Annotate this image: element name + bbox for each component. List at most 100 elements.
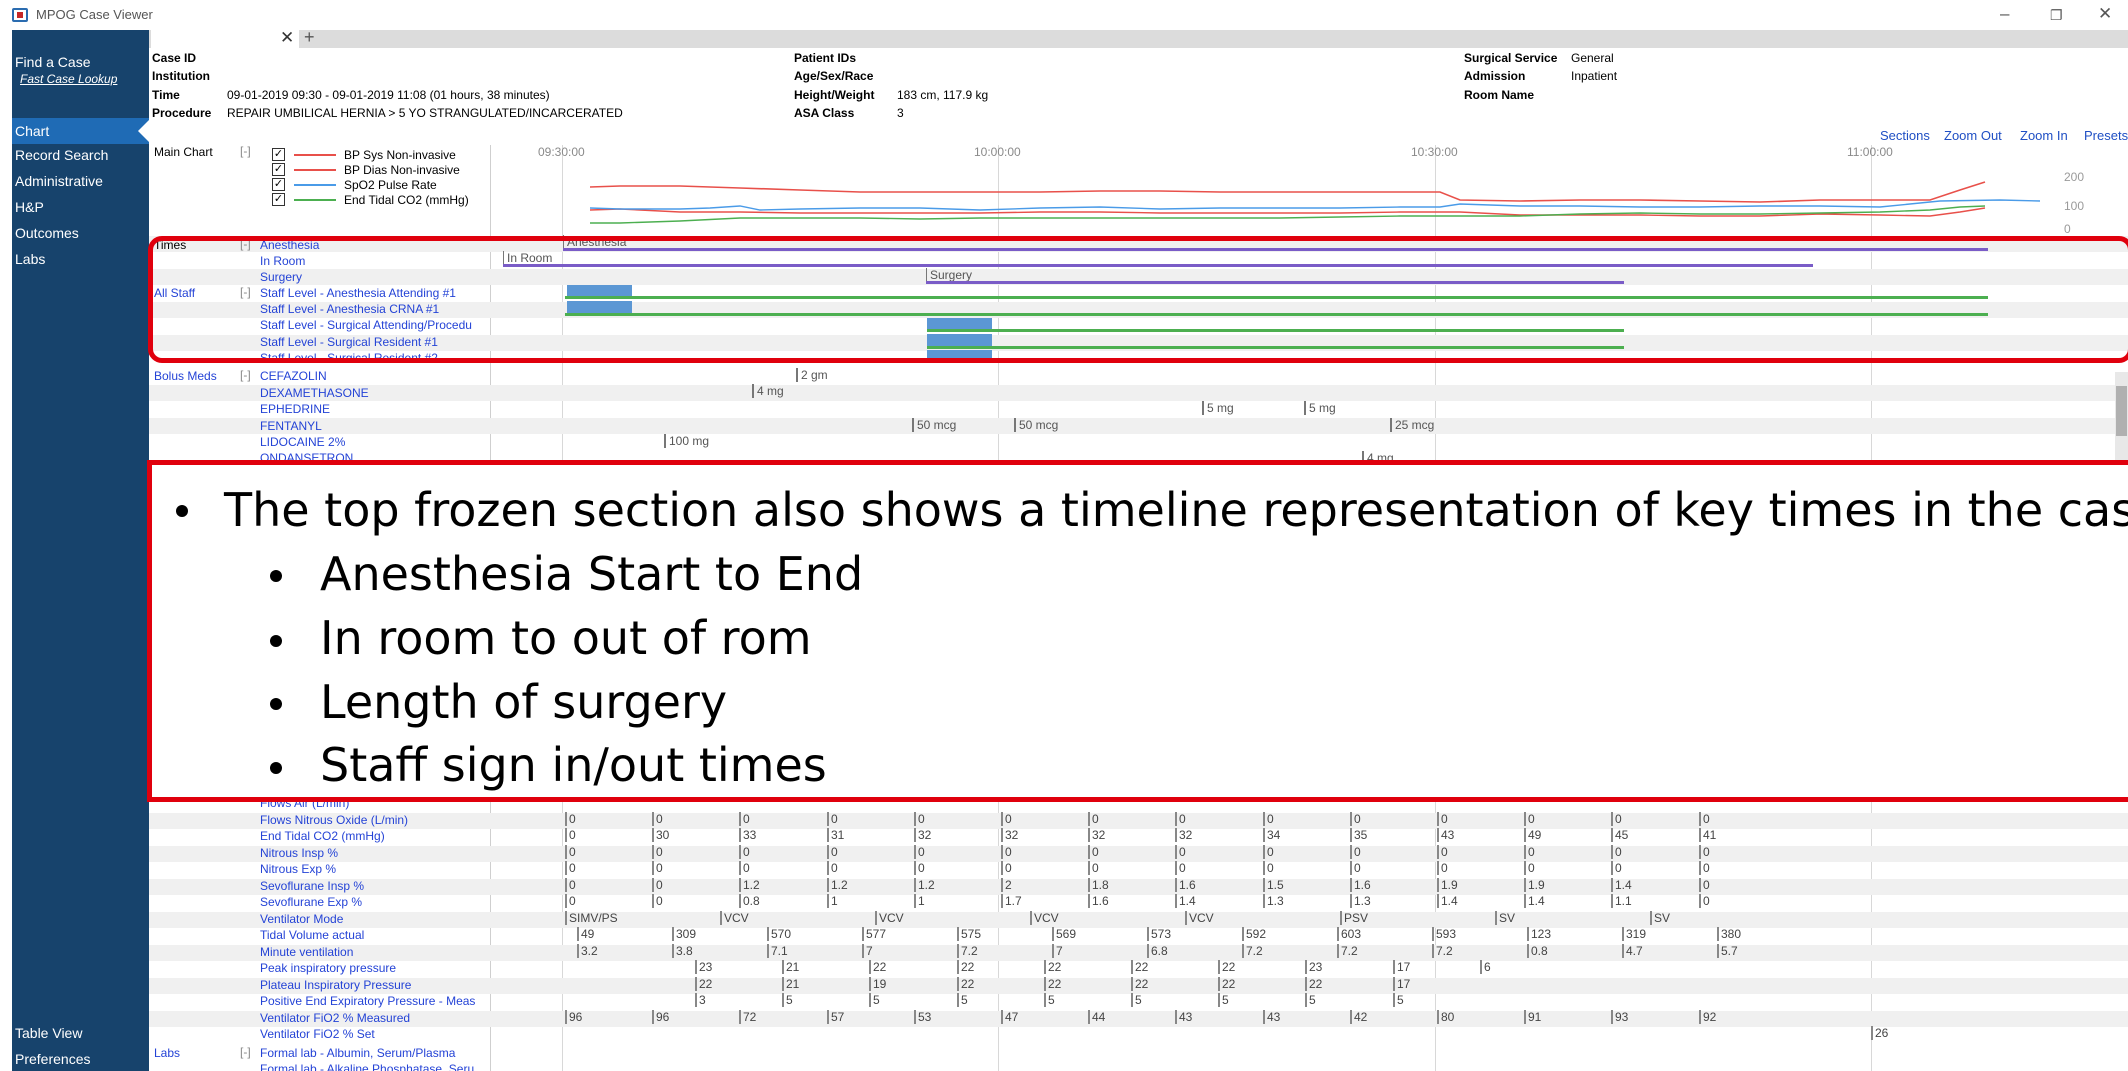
- close-icon[interactable]: ✕: [2098, 4, 2112, 24]
- legend-line: [294, 154, 336, 156]
- vent-cell: 5: [957, 993, 968, 1007]
- time-tick-label: 10:30:00: [1411, 145, 1458, 159]
- vent-cell: 0: [1524, 812, 1535, 826]
- vent-cell: 0: [827, 812, 838, 826]
- vent-cell: 5: [1218, 993, 1229, 1007]
- sections-link[interactable]: Sections: [1880, 128, 1930, 143]
- find-a-case-link[interactable]: Find a Case: [15, 54, 90, 70]
- vent-cell: 22: [1044, 960, 1061, 974]
- checkbox-icon[interactable]: ✓: [272, 163, 285, 176]
- window-title: MPOG Case Viewer: [36, 7, 153, 22]
- vent-cell: 380: [1717, 927, 1741, 941]
- vent-cell: 1.3: [1350, 894, 1371, 908]
- vent-cell: 0: [1175, 861, 1186, 875]
- vent-cell: 21: [782, 960, 799, 974]
- sidebar-item-table-view[interactable]: Table View: [15, 1025, 82, 1041]
- sidebar-item-record-search[interactable]: Record Search: [15, 147, 108, 163]
- main-chart-collapse-icon[interactable]: [-]: [240, 144, 251, 158]
- vent-cell: 72: [739, 1010, 756, 1024]
- vent-cell: 0: [1088, 861, 1099, 875]
- vent-cell: 7.2: [957, 944, 978, 958]
- med-dose: 4 mg: [752, 384, 784, 398]
- close-tab-icon[interactable]: ✕: [280, 28, 294, 48]
- vent-cell: 0: [565, 894, 576, 908]
- vent-cell: 4.7: [1622, 944, 1643, 958]
- vent-cell: 0: [1699, 878, 1710, 892]
- med-row-ondansetron: ONDANSETRON: [260, 451, 354, 460]
- bolus-meds-collapse-icon[interactable]: [-]: [240, 368, 251, 382]
- add-tab-icon[interactable]: +: [304, 27, 315, 48]
- vent-cell: 1.4: [1611, 878, 1632, 892]
- time-value: 09-01-2019 09:30 - 09-01-2019 11:08 (01 …: [227, 88, 550, 102]
- labs-collapse-icon[interactable]: [-]: [240, 1045, 251, 1059]
- vent-cell: 0: [1001, 861, 1012, 875]
- vent-cell: 0: [1001, 845, 1012, 859]
- fast-case-lookup-link[interactable]: Fast Case Lookup: [20, 72, 117, 86]
- vent-cell: 7: [862, 944, 873, 958]
- asa-class-value: 3: [897, 106, 904, 120]
- checkbox-icon[interactable]: ✓: [272, 148, 285, 161]
- legend-label: End Tidal CO2 (mmHg): [344, 193, 469, 207]
- bp-sys-series: [589, 181, 1986, 203]
- case-tab-strip: [149, 30, 2128, 48]
- sidebar-item-outcomes[interactable]: Outcomes: [15, 225, 79, 241]
- vent-cell: 44: [1088, 1010, 1105, 1024]
- med-dose: 50 mcg: [912, 418, 956, 432]
- callout-heading: The top frozen section also shows a time…: [224, 483, 2128, 537]
- sidebar-item-administrative[interactable]: Administrative: [15, 173, 103, 189]
- vent-cell: 91: [1524, 1010, 1541, 1024]
- checkbox-icon[interactable]: ✓: [272, 193, 285, 206]
- legend-line: [294, 184, 336, 186]
- callout-bullet: Anesthesia Start to End: [320, 547, 864, 601]
- vent-cell: 1.4: [1175, 894, 1196, 908]
- case-tab[interactable]: [151, 30, 299, 48]
- room-name-label: Room Name: [1464, 88, 1535, 102]
- vent-cell: 32: [1001, 828, 1018, 842]
- vent-cell: 5: [1044, 993, 1055, 1007]
- time-tick-label: 10:00:00: [974, 145, 1021, 159]
- vent-cell: 0: [1001, 812, 1012, 826]
- sidebar-item-labs[interactable]: Labs: [15, 251, 45, 267]
- restore-icon[interactable]: ❐: [2050, 7, 2063, 24]
- vent-cell: 0: [1437, 845, 1448, 859]
- vent-cell: 0: [1350, 861, 1361, 875]
- vent-cell: 603: [1337, 927, 1361, 941]
- vent-cell: 0: [1611, 845, 1622, 859]
- presets-link[interactable]: Presets: [2084, 128, 2128, 143]
- sidebar-item-preferences[interactable]: Preferences: [15, 1051, 90, 1067]
- checkbox-icon[interactable]: ✓: [272, 178, 285, 191]
- procedure-label: Procedure: [152, 106, 212, 120]
- vent-row-label: Ventilator FiO2 % Set: [260, 1027, 375, 1041]
- bullet-dot-icon: [270, 762, 282, 774]
- vent-row-label: Minute ventilation: [260, 945, 354, 959]
- sidebar-item-chart[interactable]: Chart: [12, 118, 149, 144]
- vent-cell: VCV: [1185, 911, 1214, 925]
- vent-cell: 92: [1699, 1010, 1716, 1024]
- scrollbar[interactable]: [2115, 372, 2128, 462]
- med-row-dexamethasone: DEXAMETHASONE: [260, 386, 369, 400]
- vent-cell: 0: [1699, 812, 1710, 826]
- zoom-out-link[interactable]: Zoom Out: [1944, 128, 2002, 143]
- vent-cell: 0: [652, 878, 663, 892]
- vent-cell: 22: [869, 960, 886, 974]
- y-tick-label: 200: [2064, 170, 2085, 184]
- vent-cell: 22: [695, 977, 712, 991]
- vent-cell: 592: [1242, 927, 1266, 941]
- minimize-icon[interactable]: –: [2000, 4, 2009, 24]
- vent-cell: 6: [1480, 960, 1491, 974]
- med-row-cefazolin: CEFAZOLIN: [260, 369, 327, 383]
- sidebar-item-hp[interactable]: H&P: [15, 199, 44, 215]
- vent-cell: 22: [1218, 977, 1235, 991]
- zoom-in-link[interactable]: Zoom In: [2020, 128, 2068, 143]
- vent-cell: 5: [782, 993, 793, 1007]
- vent-cell: 45: [1611, 828, 1628, 842]
- surgical-service-label: Surgical Service: [1464, 51, 1558, 65]
- vent-cell: 1.2: [827, 878, 848, 892]
- vent-cell: 22: [1044, 977, 1061, 991]
- legend-line: [294, 199, 336, 201]
- scrollbar-thumb[interactable]: [2116, 386, 2127, 436]
- vent-cell: 0.8: [739, 894, 760, 908]
- vent-cell: 0: [565, 845, 576, 859]
- vent-cell: 0: [1350, 845, 1361, 859]
- vent-cell: 0: [1437, 861, 1448, 875]
